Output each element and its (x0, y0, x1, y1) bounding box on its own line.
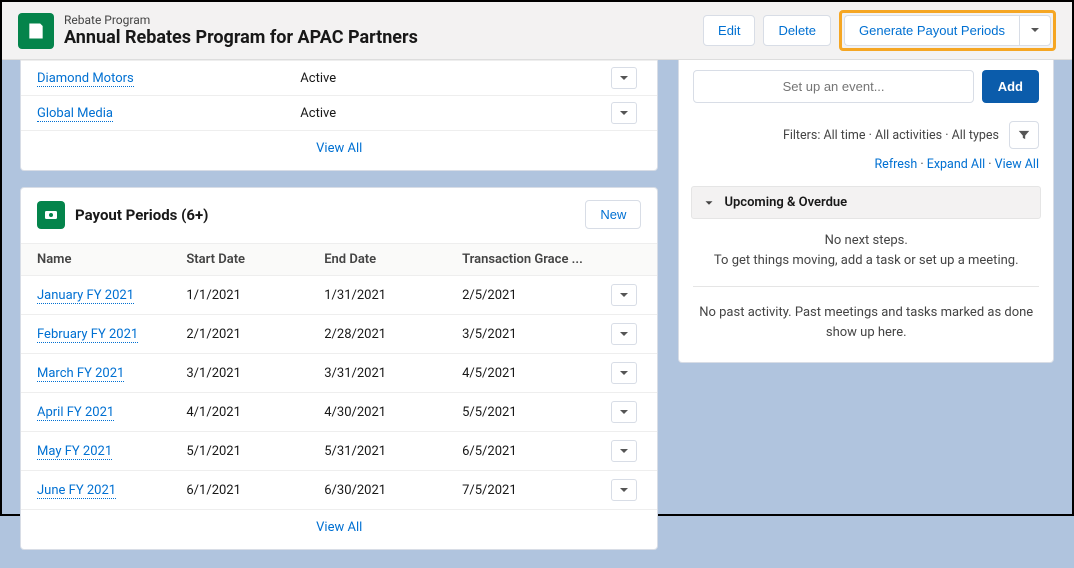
activity-card: Add Filters: All time · All activities ·… (678, 60, 1054, 363)
col-end: End Date (324, 252, 462, 267)
table-row: June FY 2021 6/1/2021 6/30/2021 7/5/2021 (21, 471, 657, 510)
caret-down-icon (1030, 25, 1040, 35)
no-past-activity: No past activity. Past meetings and task… (693, 303, 1039, 342)
filter-button[interactable] (1009, 121, 1039, 149)
page-title: Annual Rebates Program for APAC Partners (64, 27, 703, 48)
row-actions-button[interactable] (611, 102, 637, 124)
filters-text: Filters: All time · All activities · All… (783, 128, 999, 143)
page-header: Rebate Program Annual Rebates Program fo… (2, 2, 1072, 60)
highlighted-action: Generate Payout Periods (839, 10, 1056, 51)
more-actions-button[interactable] (1019, 15, 1051, 46)
new-period-button[interactable]: New (585, 200, 641, 229)
object-label: Rebate Program (64, 13, 703, 27)
period-end: 6/30/2021 (324, 483, 462, 498)
period-grace: 7/5/2021 (462, 483, 611, 498)
period-start: 3/1/2021 (186, 366, 324, 381)
caret-down-icon (619, 485, 629, 495)
period-start: 5/1/2021 (186, 444, 324, 459)
period-grace: 5/5/2021 (462, 405, 611, 420)
period-end: 5/31/2021 (324, 444, 462, 459)
expand-all-link[interactable]: Expand All (927, 157, 985, 172)
member-row: Global Media Active (21, 96, 657, 131)
table-row: May FY 2021 5/1/2021 5/31/2021 6/5/2021 (21, 432, 657, 471)
period-link[interactable]: May FY 2021 (37, 444, 112, 460)
member-link[interactable]: Diamond Motors (37, 71, 134, 87)
event-input[interactable] (693, 70, 973, 103)
row-actions-button[interactable] (611, 284, 637, 306)
period-link[interactable]: June FY 2021 (37, 483, 116, 499)
row-actions-button[interactable] (611, 401, 637, 423)
period-start: 2/1/2021 (186, 327, 324, 342)
member-status: Active (300, 106, 611, 121)
member-row: Diamond Motors Active (21, 60, 657, 96)
caret-down-icon (619, 329, 629, 339)
caret-down-icon (619, 368, 629, 378)
members-card: Diamond Motors Active Global Media Activ… (20, 60, 658, 171)
period-grace: 4/5/2021 (462, 366, 611, 381)
member-status: Active (300, 71, 611, 86)
caret-down-icon (619, 446, 629, 456)
col-grace: Transaction Grace ... (462, 252, 611, 267)
payout-periods-icon (37, 201, 65, 229)
period-grace: 2/5/2021 (462, 288, 611, 303)
table-header: Name Start Date End Date Transaction Gra… (21, 243, 657, 276)
caret-down-icon (619, 290, 629, 300)
chevron-down-icon (702, 196, 716, 210)
rebate-program-icon (18, 13, 54, 49)
period-end: 2/28/2021 (324, 327, 462, 342)
table-row: April FY 2021 4/1/2021 4/30/2021 5/5/202… (21, 393, 657, 432)
period-link[interactable]: March FY 2021 (37, 366, 124, 382)
add-event-button[interactable]: Add (982, 70, 1039, 103)
row-actions-button[interactable] (611, 67, 637, 89)
period-grace: 3/5/2021 (462, 327, 611, 342)
period-end: 1/31/2021 (324, 288, 462, 303)
refresh-link[interactable]: Refresh (874, 157, 917, 172)
member-link[interactable]: Global Media (37, 106, 113, 122)
generate-payout-periods-button[interactable]: Generate Payout Periods (844, 15, 1019, 46)
period-end: 3/31/2021 (324, 366, 462, 381)
no-next-steps: No next steps. To get things moving, add… (693, 231, 1039, 270)
row-actions-button[interactable] (611, 479, 637, 501)
period-link[interactable]: February FY 2021 (37, 327, 138, 343)
edit-button[interactable]: Edit (703, 15, 755, 46)
table-row: January FY 2021 1/1/2021 1/31/2021 2/5/2… (21, 276, 657, 315)
table-row: March FY 2021 3/1/2021 3/31/2021 4/5/202… (21, 354, 657, 393)
col-name: Name (37, 252, 186, 267)
caret-down-icon (619, 108, 629, 118)
row-actions-button[interactable] (611, 440, 637, 462)
period-end: 4/30/2021 (324, 405, 462, 420)
period-start: 6/1/2021 (186, 483, 324, 498)
period-link[interactable]: January FY 2021 (37, 288, 134, 304)
view-all-activity-link[interactable]: View All (995, 157, 1039, 172)
caret-down-icon (619, 73, 629, 83)
col-start: Start Date (186, 252, 324, 267)
payout-periods-card: Payout Periods (6+) New Name Start Date … (20, 187, 658, 550)
period-start: 1/1/2021 (186, 288, 324, 303)
view-all-periods-link[interactable]: View All (316, 520, 362, 535)
row-actions-button[interactable] (611, 323, 637, 345)
view-all-members-link[interactable]: View All (316, 141, 362, 156)
table-row: February FY 2021 2/1/2021 2/28/2021 3/5/… (21, 315, 657, 354)
period-start: 4/1/2021 (186, 405, 324, 420)
delete-button[interactable]: Delete (763, 15, 831, 46)
upcoming-overdue-header[interactable]: Upcoming & Overdue (691, 186, 1041, 219)
period-grace: 6/5/2021 (462, 444, 611, 459)
caret-down-icon (619, 407, 629, 417)
funnel-icon (1017, 128, 1031, 142)
period-link[interactable]: April FY 2021 (37, 405, 114, 421)
payout-periods-title: Payout Periods (6+) (75, 206, 585, 224)
row-actions-button[interactable] (611, 362, 637, 384)
